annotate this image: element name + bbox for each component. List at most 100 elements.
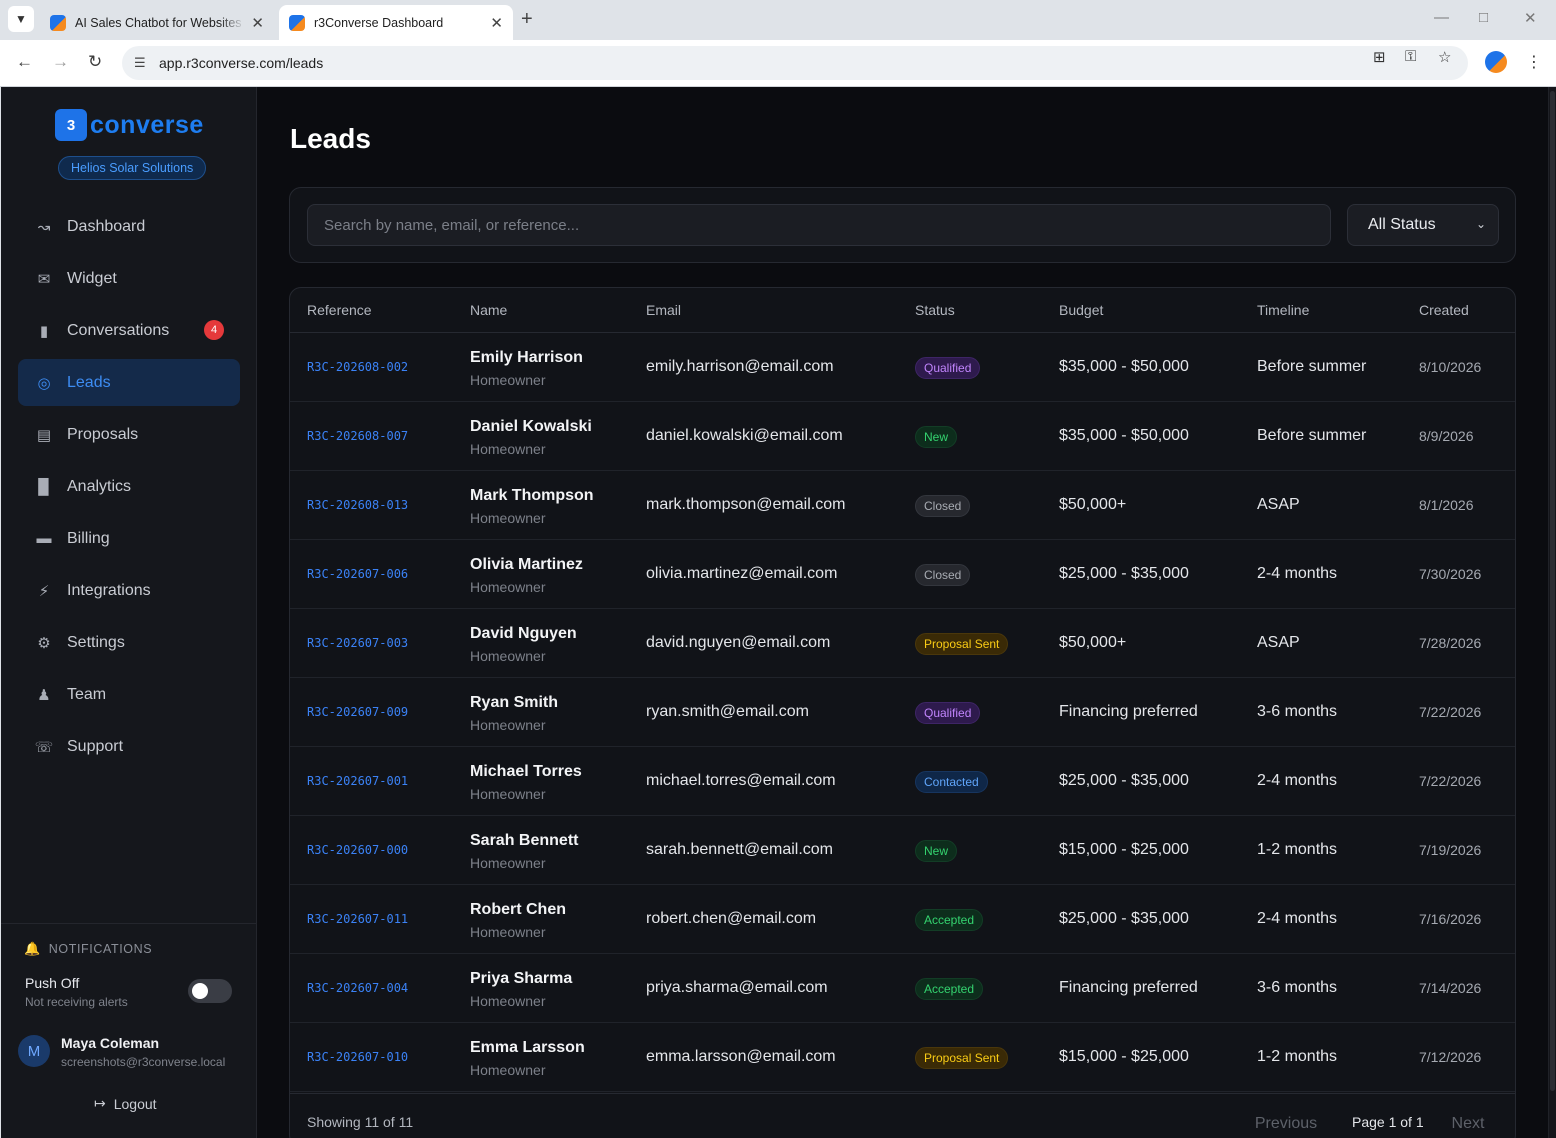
table-row[interactable]: R3C-202607-000 Sarah Bennett Homeowner sara…	[290, 816, 1515, 885]
lead-role: Homeowner	[470, 579, 546, 595]
browser-toolbar: ← → ↻ ☰ app.r3converse.com/leads ⊞ ⚿ ☆ ⋮	[0, 40, 1556, 87]
sidebar-item-analytics[interactable]: ▉ Analytics	[18, 463, 240, 510]
forward-icon[interactable]: →	[52, 52, 69, 72]
url-text[interactable]: app.r3converse.com/leads	[159, 55, 323, 71]
lead-budget: $15,000 - $25,000	[1059, 1048, 1189, 1065]
table-row[interactable]: R3C-202607-003 David Nguyen Homeowner david…	[290, 609, 1515, 678]
lead-budget: $35,000 - $50,000	[1059, 358, 1189, 375]
back-icon[interactable]: ←	[16, 52, 33, 72]
status-badge: Closed	[915, 564, 971, 586]
status-badge: Qualified	[915, 702, 981, 724]
sidebar-item-label: Proposals	[67, 425, 139, 443]
new-tab-button[interactable]: +	[521, 8, 533, 31]
table-row[interactable]: R3C-202608-007 Daniel Kowalski Homeowner da…	[290, 402, 1515, 471]
avatar[interactable]: M	[18, 1035, 50, 1067]
sidebar-item-dashboard[interactable]: ↝ Dashboard	[18, 203, 240, 250]
lead-reference-link[interactable]: R3C-202607-003	[307, 636, 408, 650]
bell-icon: 🔔	[24, 941, 41, 956]
notifications-heading: 🔔 NOTIFICATIONS	[24, 941, 152, 957]
lead-reference-link[interactable]: R3C-202607-004	[307, 981, 408, 995]
lead-role: Homeowner	[470, 855, 546, 871]
table-row[interactable]: R3C-202607-004 Priya Sharma Homeowner priya…	[290, 954, 1515, 1023]
extension-icon[interactable]	[1485, 51, 1507, 73]
table-row[interactable]: R3C-202607-001 Michael Torres Homeowner mic…	[290, 747, 1515, 816]
password-key-icon[interactable]: ⚿	[1405, 48, 1416, 65]
leads-table: Reference Name Email Status Budget Timel…	[289, 287, 1516, 1138]
lead-timeline: 3-6 months	[1257, 703, 1338, 720]
lead-name: Ryan Smith	[470, 694, 559, 711]
lead-created-date: 8/10/2026	[1419, 359, 1482, 375]
tab-strip: ▼ AI Sales Chatbot for Websites – ✕ r3Co…	[0, 0, 1556, 40]
lead-created-date: 7/16/2026	[1419, 911, 1482, 927]
lead-budget: Financing preferred	[1059, 703, 1198, 720]
lead-reference-link[interactable]: R3C-202607-010	[307, 1050, 408, 1064]
lead-name: Priya Sharma	[470, 970, 573, 987]
status-filter-select[interactable]: All Status ⌄	[1347, 204, 1499, 246]
browser-menu-icon[interactable]: ⋮	[1526, 52, 1542, 72]
sidebar-item-billing[interactable]: ▬ Billing	[18, 515, 240, 562]
lead-reference-link[interactable]: R3C-202607-000	[307, 843, 408, 857]
lead-reference-link[interactable]: R3C-202607-001	[307, 774, 408, 788]
lead-reference-link[interactable]: R3C-202608-013	[307, 498, 408, 512]
lead-reference-link[interactable]: R3C-202608-002	[307, 360, 408, 374]
browser-tab-2[interactable]: r3Converse Dashboard ✕	[279, 5, 513, 40]
lead-created-date: 7/19/2026	[1419, 842, 1482, 858]
table-row[interactable]: R3C-202608-013 Mark Thompson Homeowner mark…	[290, 471, 1515, 540]
lead-timeline: 2-4 months	[1257, 910, 1338, 927]
sidebar-item-leads[interactable]: ◎ Leads	[18, 359, 240, 406]
table-row[interactable]: R3C-202607-010 Emma Larsson Homeowner emma.…	[290, 1023, 1515, 1092]
lead-budget: Financing preferred	[1059, 979, 1198, 996]
install-app-icon[interactable]: ⊞	[1373, 48, 1386, 66]
lead-name: David Nguyen	[470, 625, 577, 642]
lead-reference-link[interactable]: R3C-202607-006	[307, 567, 408, 581]
minimize-icon[interactable]: —	[1434, 9, 1449, 26]
toggle-knob	[192, 983, 208, 999]
site-settings-icon[interactable]: ☰	[134, 55, 146, 71]
previous-page-button[interactable]: Previous	[1250, 1108, 1322, 1138]
logo[interactable]: 3 converse	[55, 109, 204, 147]
next-page-button[interactable]: Next	[1436, 1108, 1500, 1138]
lead-email: priya.sharma@email.com	[646, 979, 828, 996]
sidebar-item-widget[interactable]: ✉ Widget	[18, 255, 240, 302]
sidebar-item-integrations[interactable]: ⚡ Integrations	[18, 567, 240, 614]
tab-search-button[interactable]: ▼	[8, 6, 34, 32]
page-scrollbar[interactable]	[1548, 87, 1556, 1138]
bookmark-star-icon[interactable]: ☆	[1438, 48, 1451, 66]
column-header-status: Status	[915, 302, 955, 318]
close-window-icon[interactable]: ✕	[1524, 9, 1537, 27]
browser-tab-1[interactable]: AI Sales Chatbot for Websites – ✕	[40, 5, 274, 40]
close-icon[interactable]: ✕	[251, 14, 264, 32]
lead-reference-link[interactable]: R3C-202608-007	[307, 429, 408, 443]
sidebar-item-conversations[interactable]: ▮ Conversations 4	[18, 307, 240, 354]
lead-timeline: 1-2 months	[1257, 841, 1338, 858]
logout-label: Logout	[113, 1095, 157, 1112]
push-notifications-toggle[interactable]	[188, 979, 232, 1003]
logout-button[interactable]: ↦ Logout	[94, 1095, 157, 1112]
table-row[interactable]: R3C-202608-002 Emily Harrison Homeowner emi…	[290, 333, 1515, 402]
lead-email: emma.larsson@email.com	[646, 1048, 836, 1065]
unread-count-badge: 4	[204, 320, 224, 340]
address-bar[interactable]: ☰ app.r3converse.com/leads	[122, 46, 1468, 80]
sidebar-item-team[interactable]: ♟ Team	[18, 671, 240, 718]
logo-mark-icon: 3	[55, 109, 87, 147]
search-input[interactable]	[307, 204, 1331, 246]
column-header-budget: Budget	[1059, 302, 1104, 318]
maximize-icon[interactable]: □	[1479, 9, 1488, 26]
lead-created-date: 8/9/2026	[1419, 428, 1474, 444]
table-footer: Showing 11 of 11 Previous Page 1 of 1 Ne…	[290, 1093, 1515, 1138]
lead-role: Homeowner	[470, 441, 546, 457]
browser-chrome: ▼ AI Sales Chatbot for Websites – ✕ r3Co…	[0, 0, 1556, 87]
reload-icon[interactable]: ↻	[88, 52, 102, 72]
close-icon[interactable]: ✕	[490, 14, 503, 32]
message-icon: ▮	[39, 322, 49, 340]
table-row[interactable]: R3C-202607-009 Ryan Smith Homeowner ryan.sm…	[290, 678, 1515, 747]
lead-reference-link[interactable]: R3C-202607-011	[307, 912, 408, 926]
sidebar-item-proposals[interactable]: ▤ Proposals	[18, 411, 240, 458]
status-badge: Proposal Sent	[915, 633, 1009, 655]
sidebar-item-settings[interactable]: ⚙ Settings	[18, 619, 240, 666]
sidebar-item-support[interactable]: ☏ Support	[18, 723, 240, 770]
scrollbar-thumb[interactable]	[1550, 91, 1555, 1091]
table-row[interactable]: R3C-202607-006 Olivia Martinez Homeowner ol…	[290, 540, 1515, 609]
table-row[interactable]: R3C-202607-011 Robert Chen Homeowner robert…	[290, 885, 1515, 954]
lead-reference-link[interactable]: R3C-202607-009	[307, 705, 408, 719]
